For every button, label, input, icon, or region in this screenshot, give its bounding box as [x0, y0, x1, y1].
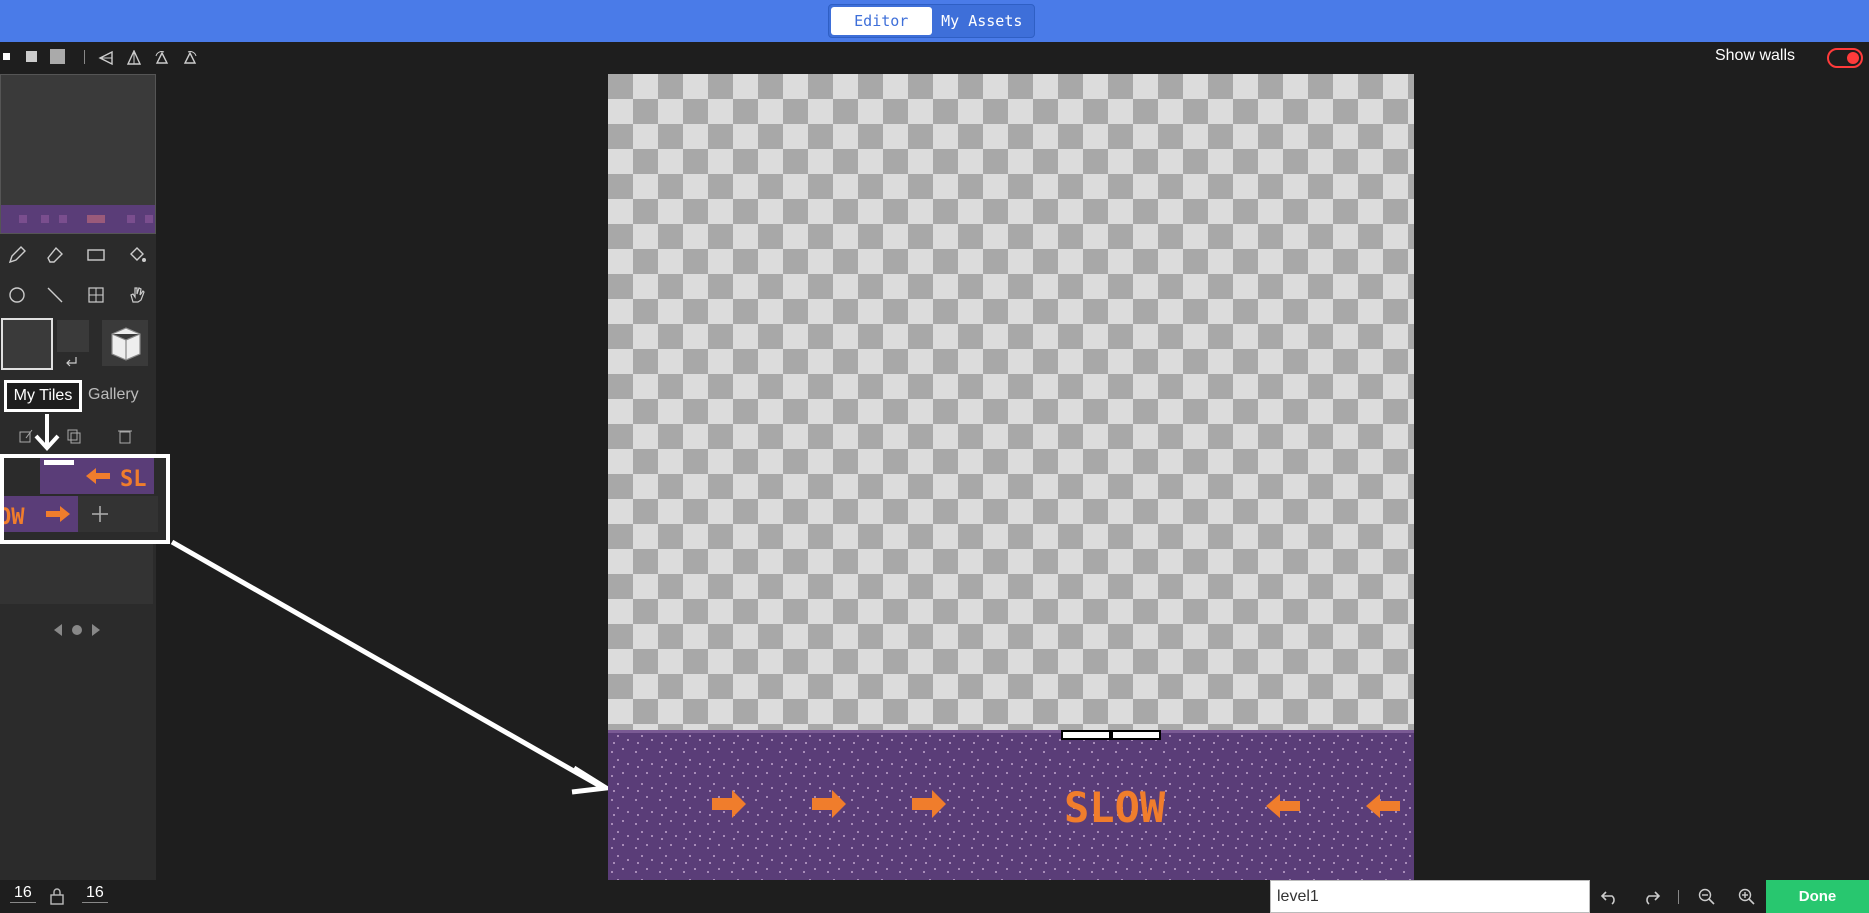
marquee-tool-icon[interactable]: [85, 284, 107, 306]
flip-horizontal-icon[interactable]: [98, 50, 114, 66]
wall-marker: [1061, 730, 1111, 740]
secondary-color-swatch[interactable]: [57, 320, 89, 352]
preview-strip: [1, 205, 155, 233]
tab-my-tiles[interactable]: My Tiles: [4, 380, 82, 412]
tile-text-sl: SL: [120, 467, 147, 492]
slow-sign-text: SLOW: [1064, 783, 1166, 832]
toggle-knob: [1847, 52, 1859, 64]
brush-size-large-icon[interactable]: [50, 49, 65, 64]
annotation-down-arrow: [34, 414, 60, 451]
zoom-out-icon[interactable]: [1697, 887, 1717, 905]
rectangle-tool-icon[interactable]: [85, 244, 107, 266]
toolbar-divider: [84, 50, 85, 64]
rotate-right-icon[interactable]: [182, 50, 198, 66]
toolbar: [0, 42, 1869, 74]
width-field[interactable]: 16: [10, 884, 36, 903]
annotation-diagonal-arrow: [170, 539, 614, 795]
zoom-in-icon[interactable]: [1737, 887, 1757, 905]
undo-icon[interactable]: [1600, 887, 1620, 905]
bottom-divider: [1678, 890, 1679, 904]
pan-hand-icon[interactable]: [126, 284, 148, 306]
duplicate-tile-icon[interactable]: [66, 428, 82, 444]
tiles-grid-content: SL OW: [0, 458, 158, 532]
top-bar: Editor My Assets: [0, 0, 1869, 42]
lock-aspect-icon[interactable]: [50, 887, 64, 905]
show-walls-label: Show walls: [1714, 47, 1795, 64]
swap-colors-icon[interactable]: [64, 356, 78, 368]
my-tiles-grid: SL OW: [0, 454, 170, 544]
done-button[interactable]: Done: [1766, 880, 1869, 913]
tile-preview: [0, 74, 156, 234]
redo-icon[interactable]: [1641, 887, 1661, 905]
preview-strip-pattern: [19, 215, 153, 223]
tab-gallery[interactable]: Gallery: [88, 386, 139, 404]
transparent-background: [608, 74, 1414, 730]
flip-vertical-icon[interactable]: [126, 50, 142, 66]
tile-pager[interactable]: [52, 622, 102, 638]
primary-color-swatch[interactable]: [1, 318, 53, 370]
level-canvas[interactable]: SLOW: [608, 74, 1414, 880]
mode-tab-group: Editor My Assets: [828, 4, 1035, 38]
brush-size-small-icon[interactable]: [3, 53, 10, 60]
tab-my-assets[interactable]: My Assets: [932, 7, 1033, 35]
wall-marker: [1111, 730, 1161, 740]
rotate-left-icon[interactable]: [154, 50, 170, 66]
tiles-empty-area: [0, 544, 153, 604]
pencil-icon[interactable]: [6, 244, 28, 266]
circle-tool-icon[interactable]: [6, 284, 28, 306]
height-field[interactable]: 16: [82, 884, 108, 903]
eraser-icon[interactable]: [44, 244, 66, 266]
tile-3d-button[interactable]: [102, 320, 148, 366]
fill-bucket-icon[interactable]: [126, 244, 148, 266]
show-walls-toggle[interactable]: [1827, 48, 1863, 68]
level-name-input[interactable]: [1270, 880, 1590, 913]
sidebar: My Tiles Gallery SL OW: [0, 74, 170, 880]
tab-editor[interactable]: Editor: [831, 7, 932, 35]
tile-text-ow: OW: [4, 505, 25, 530]
cube-icon: [111, 327, 141, 361]
line-tool-icon[interactable]: [44, 284, 66, 306]
delete-tile-icon[interactable]: [117, 428, 133, 444]
brush-size-medium-icon[interactable]: [26, 51, 37, 62]
